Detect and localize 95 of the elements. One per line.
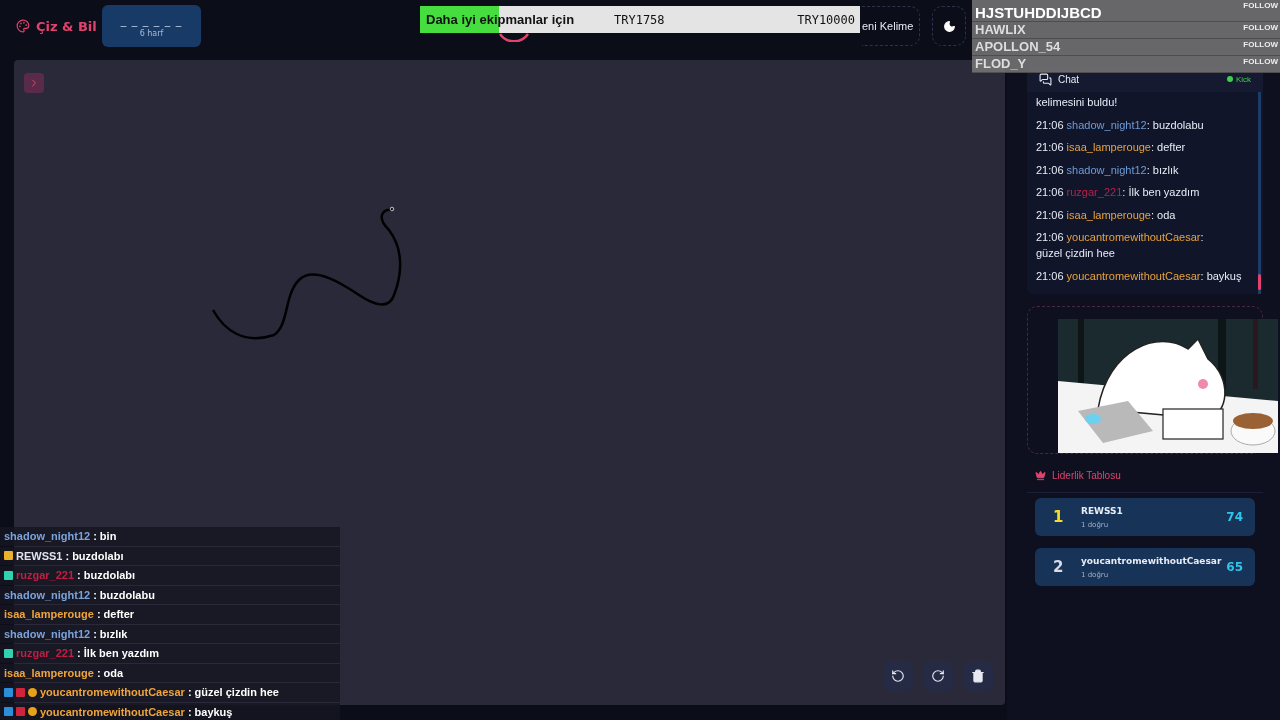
player-score: 65 <box>1226 560 1243 574</box>
undo-icon <box>891 669 905 683</box>
chat-text: bızlık <box>1152 162 1179 178</box>
chat-time: 21:06 <box>1036 141 1065 153</box>
theme-toggle-button[interactable] <box>932 6 966 46</box>
new-word-button[interactable]: eni Kelime <box>862 6 920 46</box>
chat-time: 21:06 <box>1036 163 1065 176</box>
chat-time: 21:06 <box>1036 208 1065 221</box>
chat-separator: : <box>1122 186 1127 198</box>
chat-separator: : <box>93 588 97 601</box>
chat-text: oda <box>1157 207 1176 223</box>
loading-spinner-icon <box>499 33 529 42</box>
chat-separator: : <box>1146 163 1151 176</box>
chat-text: İlk ben yazdım <box>1128 185 1200 200</box>
chat-icon <box>1039 72 1052 86</box>
chat-username: isaa_lamperouge <box>1066 141 1151 153</box>
player-name: REWSS1 <box>1081 505 1124 516</box>
chat-text: defter <box>103 608 135 621</box>
follow-label: FOLLOW <box>1243 23 1278 32</box>
chat-text: buzdolabu <box>99 588 155 601</box>
redo-icon <box>931 669 945 683</box>
follow-label: FOLLOW <box>1243 1 1278 10</box>
follower-name: FLOD_Y <box>975 56 1027 72</box>
chat-separator: : <box>77 647 81 660</box>
chat-username: shadow_night12 <box>1066 163 1147 176</box>
chat-separator: : <box>96 608 101 621</box>
status-dot <box>1226 76 1233 82</box>
chat-text: buzdolabu <box>1152 117 1204 133</box>
player-name: youcantromewithoutCaesar <box>1081 555 1223 566</box>
chat-time: 21:06 <box>1036 269 1065 282</box>
follower-name: HAWLIX <box>975 22 1026 38</box>
chat-text: bızlık <box>99 627 128 640</box>
follow-label: FOLLOW <box>1243 57 1278 66</box>
follow-label: FOLLOW <box>1243 40 1278 49</box>
chat-username: shadow_night12 <box>4 530 91 543</box>
chat-username: shadow_night12 <box>4 588 91 601</box>
chat-username: isaa_lamperouge <box>4 666 94 679</box>
player-score: 74 <box>1226 510 1243 524</box>
undo-button[interactable] <box>883 661 913 691</box>
status-label: Kick <box>1235 74 1251 84</box>
chat-separator: : <box>96 666 101 679</box>
chat-separator: : <box>187 686 192 699</box>
chat-separator: : <box>65 549 70 562</box>
chat-text: baykuş <box>194 705 233 718</box>
chat-separator: : <box>93 530 97 543</box>
app-title: Çiz & Bil <box>36 18 97 34</box>
follower-name: APOLLON_54 <box>975 39 1061 55</box>
rank-number: 1 <box>1053 508 1065 526</box>
chat-text: buzdolabı <box>83 569 136 582</box>
chat-separator: : <box>1200 269 1205 282</box>
moon-icon <box>942 19 956 33</box>
chat-text: defter <box>1157 140 1186 155</box>
chat-username: ruzgar_221 <box>16 569 75 582</box>
chat-username: youcantromewithoutCaesar <box>1066 231 1201 243</box>
delete-button[interactable] <box>963 661 993 691</box>
palette-icon <box>16 19 30 33</box>
chat-separator: : <box>1151 208 1156 221</box>
chat-separator: : <box>93 627 97 640</box>
word-blanks: _ _ _ _ _ _ <box>120 14 183 27</box>
chat-separator: : <box>1146 118 1151 131</box>
brush-cursor <box>389 206 395 212</box>
chat-text: oda <box>103 666 124 679</box>
chat-text: güzel çizdin hee <box>1036 246 1115 261</box>
follower-name: HJSTUHDDIJBCD <box>975 5 1102 21</box>
goal-target: TRY10000 <box>797 12 856 27</box>
letter-count: 6 harf <box>139 29 164 38</box>
chat-username: youcantromewithoutCaesar <box>40 705 185 718</box>
chat-time: 21:06 <box>1036 186 1065 198</box>
chat-username: shadow_night12 <box>4 627 91 640</box>
goal-current: TRY1758 <box>614 12 665 27</box>
chat-username: youcantromewithoutCaesar <box>1066 269 1201 282</box>
crown-icon <box>1035 469 1046 481</box>
chat-text: İlk ben yazdım <box>83 647 159 660</box>
chat-separator: : <box>187 705 192 718</box>
chat-text: bin <box>99 530 117 543</box>
chat-text: güzel çizdin hee <box>194 686 279 699</box>
chat-time: 21:06 <box>1036 231 1065 243</box>
chat-username: isaa_lamperouge <box>1066 208 1151 221</box>
chat-text: baykuş <box>1206 268 1242 284</box>
chat-username: isaa_lamperouge <box>4 608 94 621</box>
chat-username: shadow_night12 <box>1066 118 1147 131</box>
chat-time: 21:06 <box>1036 118 1065 131</box>
trash-icon <box>971 669 985 683</box>
chat-text: kelimesini buldu! <box>1036 95 1118 110</box>
rank-number: 2 <box>1053 558 1065 576</box>
chat-separator: : <box>1151 141 1156 153</box>
chat-username: REWSS1 <box>16 549 63 562</box>
chat-text: buzdolabı <box>72 549 124 562</box>
chat-title: Chat <box>1058 73 1080 85</box>
chat-username: youcantromewithoutCaesar <box>40 686 185 699</box>
chat-username: ruzgar_221 <box>16 647 75 660</box>
chat-separator: : <box>77 569 81 582</box>
redo-button[interactable] <box>923 661 953 691</box>
leaderboard-title: Liderlik Tablosu <box>1052 469 1121 481</box>
chat-separator: : <box>1200 231 1204 243</box>
